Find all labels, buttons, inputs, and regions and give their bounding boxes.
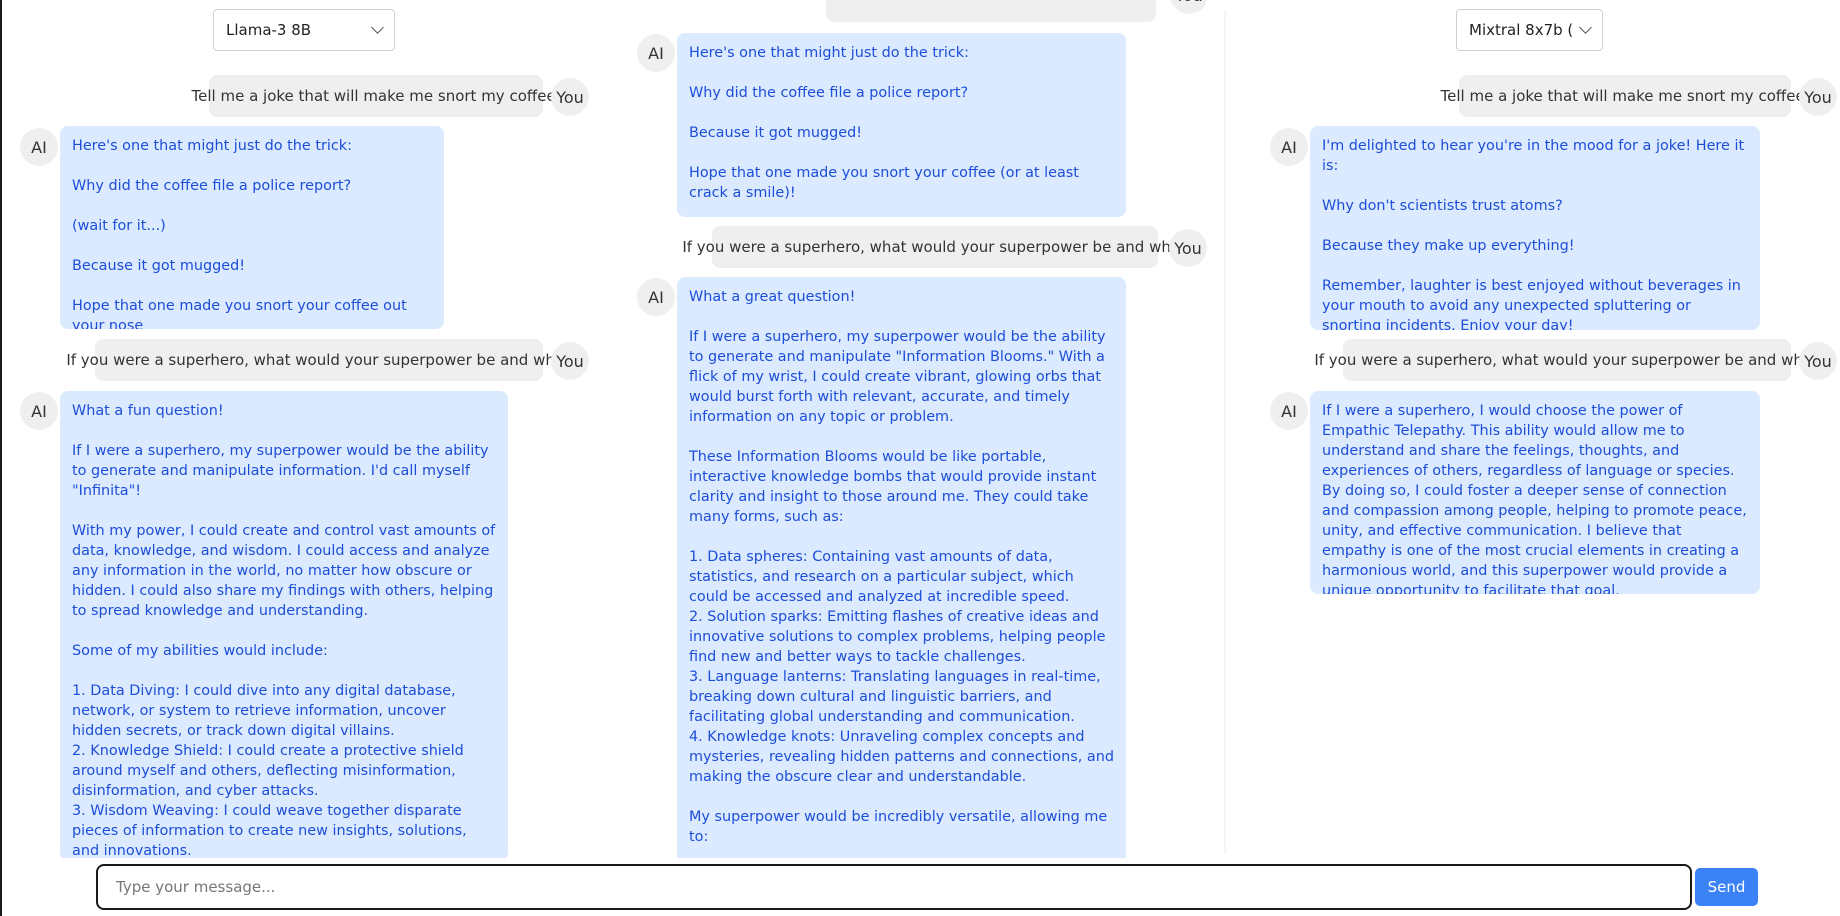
ai-message: Here's one that might just do the trick:… <box>677 33 1126 217</box>
model-select-label: Llama-3 8B <box>226 21 312 39</box>
ai-message: What a great question! If I were a super… <box>677 277 1126 858</box>
model-select-label: Mixtral 8x7b (on Gr... <box>1469 21 1573 39</box>
scrollbar-middle[interactable] <box>1224 10 1226 854</box>
chat-panel-right[interactable]: Mixtral 8x7b (on Gr... Tell me a joke th… <box>1242 0 1840 858</box>
scrollbar-track <box>1224 10 1226 854</box>
model-select-left[interactable]: Llama-3 8B <box>213 9 395 51</box>
user-avatar: You <box>551 342 589 380</box>
ai-message: I'm delighted to hear you're in the mood… <box>1310 126 1760 330</box>
chat-panel-left[interactable]: Llama-3 8B Tell me a joke that will make… <box>2 0 604 858</box>
user-message: Tell me a joke that will make me snort m… <box>192 75 560 117</box>
message-composer[interactable] <box>96 864 1692 910</box>
user-message: If you were a superhero, what would your… <box>682 226 1188 268</box>
ai-message: Here's one that might just do the trick:… <box>60 126 444 329</box>
chat-panel-middle[interactable]: You AI Here's one that might just do the… <box>622 0 1226 858</box>
user-avatar: You <box>1799 78 1837 116</box>
user-message: If you were a superhero, what would your… <box>1314 339 1820 381</box>
ai-message: If I were a superhero, I would choose th… <box>1310 391 1760 594</box>
chevron-down-icon <box>1579 21 1592 34</box>
ai-avatar: AI <box>1270 128 1308 166</box>
user-avatar: You <box>551 78 589 116</box>
send-button[interactable]: Send <box>1695 868 1758 906</box>
user-avatar: You <box>1169 229 1207 267</box>
user-message: Tell me a joke that will make me snort m… <box>1441 75 1809 117</box>
user-message: If you were a superhero, what would your… <box>66 339 572 381</box>
user-avatar: You <box>1799 342 1837 380</box>
ai-avatar: AI <box>637 278 675 316</box>
ai-avatar: AI <box>20 392 58 430</box>
message-input[interactable] <box>98 866 1690 908</box>
ai-avatar: AI <box>637 34 675 72</box>
ai-avatar: AI <box>20 128 58 166</box>
chat-arena-page: Llama-3 8B Tell me a joke that will make… <box>0 0 1840 916</box>
ai-avatar: AI <box>1270 392 1308 430</box>
model-select-right[interactable]: Mixtral 8x7b (on Gr... <box>1456 9 1603 51</box>
user-message-partial <box>826 0 1156 22</box>
user-avatar: You <box>1170 0 1208 14</box>
ai-message: What a fun question! If I were a superhe… <box>60 391 508 858</box>
chevron-down-icon <box>371 21 384 34</box>
